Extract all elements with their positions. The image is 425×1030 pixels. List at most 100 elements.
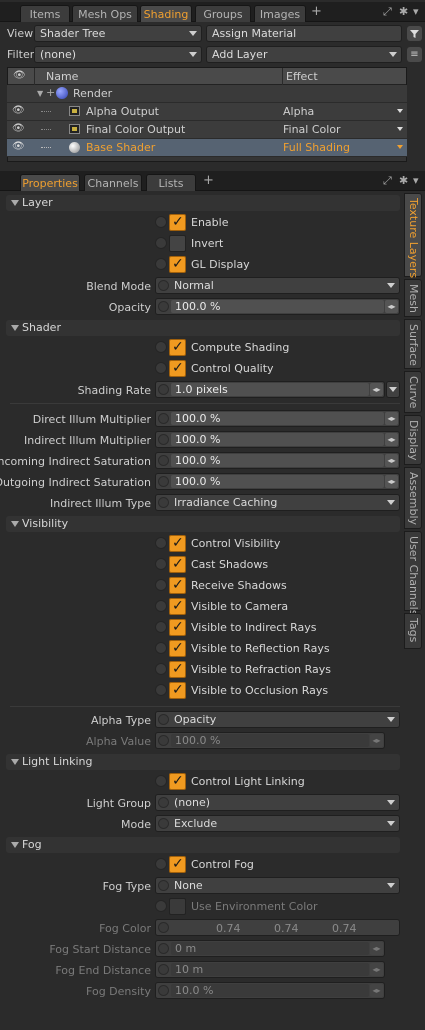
divider <box>10 706 400 707</box>
assign-material-button[interactable]: Assign Material <box>206 25 402 42</box>
tab-properties[interactable]: Properties <box>20 174 80 191</box>
eye-icon[interactable]: 👁 <box>12 123 25 134</box>
fog-color-label: Fog Color <box>99 922 151 935</box>
tree-item-label: Alpha Output <box>86 105 159 118</box>
tab-images[interactable]: Images <box>254 5 306 22</box>
expand-icon[interactable]: ⤢ <box>383 5 392 19</box>
chevron-down-icon[interactable]: ▾ <box>413 5 419 18</box>
tab-lists[interactable]: Lists <box>146 174 196 191</box>
tree-row-render[interactable]: ▼ + Render <box>7 85 407 103</box>
outgoing-saturation-label: Outgoing Indirect Saturation <box>0 476 151 489</box>
add-tab-icon[interactable]: + <box>203 173 214 188</box>
fog-end-label: Fog End Distance <box>55 964 151 977</box>
effect-column-header[interactable]: Effect <box>286 70 318 83</box>
mode-dropdown[interactable]: Exclude <box>155 815 400 832</box>
filter-dropdown[interactable]: (none) <box>34 46 202 63</box>
fog-start-label: Fog Start Distance <box>49 943 151 956</box>
fog-color-b: 0.74 <box>332 922 357 935</box>
tree-header: 👁 Name Effect <box>8 68 406 85</box>
fog-color-field: 0.74 0.74 0.74 <box>155 919 400 936</box>
side-tab-display[interactable]: Display <box>404 415 422 465</box>
section-layer[interactable]: Layer <box>6 195 400 211</box>
tab-groups[interactable]: Groups <box>195 5 251 22</box>
tree-row-base-shader[interactable]: 👁 Base Shader Full Shading <box>7 139 407 157</box>
collapse-triangle-icon[interactable] <box>11 842 19 848</box>
effect-dropdown-icon[interactable] <box>397 109 403 113</box>
incoming-saturation-label: Incoming Indirect Saturation <box>0 455 151 468</box>
tab-channels[interactable]: Channels <box>84 174 142 191</box>
side-tab-tags[interactable]: Tags <box>404 613 422 649</box>
top-tab-bar: Items Mesh Ops Shading Groups Images + ⤢… <box>0 2 425 22</box>
blend-mode-label: Blend Mode <box>86 280 151 293</box>
menu-icon[interactable]: ≡ <box>407 47 422 62</box>
indirect-type-label: Indirect Illum Type <box>50 497 151 510</box>
opacity-label: Opacity <box>108 301 151 314</box>
eye-column-icon: 👁 <box>13 70 26 81</box>
shading-rate-field[interactable]: 1.0 pixels ◂▸ <box>155 381 385 398</box>
alpha-type-dropdown[interactable]: Opacity <box>155 711 400 728</box>
collapse-triangle-icon[interactable] <box>11 325 19 331</box>
fog-density-label: Fog Density <box>86 985 151 998</box>
fog-type-dropdown[interactable]: None <box>155 877 400 894</box>
collapse-triangle-icon[interactable]: ▼ <box>37 89 43 98</box>
tab-items[interactable]: Items <box>20 5 70 22</box>
opacity-field[interactable]: 100.0 % ◂▸ <box>155 298 400 315</box>
light-group-dropdown[interactable]: (none) <box>155 794 400 811</box>
alpha-value-field: 100.0 % ◂▸ <box>155 732 385 749</box>
gear-icon[interactable]: ✱ <box>399 5 408 18</box>
tree-item-label: Render <box>73 87 113 100</box>
tree-row-alpha-output[interactable]: 👁 Alpha Output Alpha <box>7 103 407 121</box>
effect-dropdown-icon[interactable] <box>397 127 403 131</box>
properties-tab-bar: Properties Channels Lists + ⤢ ✱ ▾ <box>0 171 425 191</box>
eye-icon[interactable]: 👁 <box>12 141 25 152</box>
section-shader[interactable]: Shader <box>6 320 400 336</box>
tree-item-label: Base Shader <box>86 141 156 154</box>
outgoing-saturation-field[interactable]: 100.0 % ◂▸ <box>155 473 400 490</box>
gear-icon[interactable]: ✱ <box>399 174 408 187</box>
side-tab-texture-layers[interactable]: Texture Layers <box>404 193 422 278</box>
fog-color-r: 0.74 <box>216 922 241 935</box>
tree-item-effect[interactable]: Full Shading <box>283 141 350 154</box>
side-tab-assembly[interactable]: Assembly <box>404 467 422 529</box>
section-visibility[interactable]: Visibility <box>6 516 400 532</box>
effect-dropdown-icon[interactable] <box>397 145 403 149</box>
direct-illum-field[interactable]: 100.0 % ◂▸ <box>155 410 400 427</box>
view-dropdown[interactable]: Shader Tree <box>34 25 202 42</box>
direct-illum-label: Direct Illum Multiplier <box>32 413 151 426</box>
add-layer-dropdown[interactable]: Add Layer <box>206 46 402 63</box>
filter-icon[interactable] <box>407 26 422 41</box>
alpha-value-label: Alpha Value <box>86 735 151 748</box>
collapse-triangle-icon[interactable] <box>11 521 19 527</box>
indirect-type-dropdown[interactable]: Irradiance Caching <box>155 494 400 511</box>
indirect-illum-label: Indirect Illum Multiplier <box>24 434 151 447</box>
side-tab-mesh[interactable]: Mesh <box>404 279 422 317</box>
expand-icon[interactable]: ⤢ <box>383 174 392 188</box>
eye-icon[interactable]: 👁 <box>12 105 25 116</box>
view-label: View <box>7 27 34 40</box>
side-tab-curve[interactable]: Curve <box>404 371 422 413</box>
side-tab-surface[interactable]: Surface <box>404 319 422 369</box>
tab-shading[interactable]: Shading <box>140 5 192 22</box>
blend-mode-dropdown[interactable]: Normal <box>155 277 400 294</box>
section-light-linking[interactable]: Light Linking <box>6 754 400 770</box>
tab-mesh-ops[interactable]: Mesh Ops <box>72 5 138 22</box>
incoming-saturation-field[interactable]: 100.0 % ◂▸ <box>155 452 400 469</box>
tree-item-effect[interactable]: Alpha <box>283 105 314 118</box>
chevron-down-icon[interactable]: ▾ <box>413 174 419 187</box>
tree-item-effect[interactable]: Final Color <box>283 123 341 136</box>
fog-start-field: 0 m ◂▸ <box>155 940 385 957</box>
add-tab-icon[interactable]: + <box>311 4 322 19</box>
collapse-triangle-icon[interactable] <box>11 200 19 206</box>
section-fog[interactable]: Fog <box>6 837 400 853</box>
collapse-triangle-icon[interactable] <box>11 759 19 765</box>
shading-rate-preset-dropdown[interactable] <box>386 381 400 398</box>
side-tab-user-channels[interactable]: User Channels <box>404 531 422 615</box>
fog-color-g: 0.74 <box>274 922 299 935</box>
indirect-illum-field[interactable]: 100.0 % ◂▸ <box>155 431 400 448</box>
alpha-type-label: Alpha Type <box>90 714 151 727</box>
output-layer-icon <box>69 106 80 116</box>
fog-density-field: 10.0 % ◂▸ <box>155 982 385 999</box>
tree-row-final-color-output[interactable]: 👁 Final Color Output Final Color <box>7 121 407 139</box>
light-group-label: Light Group <box>86 797 151 810</box>
name-column-header[interactable]: Name <box>46 70 78 83</box>
